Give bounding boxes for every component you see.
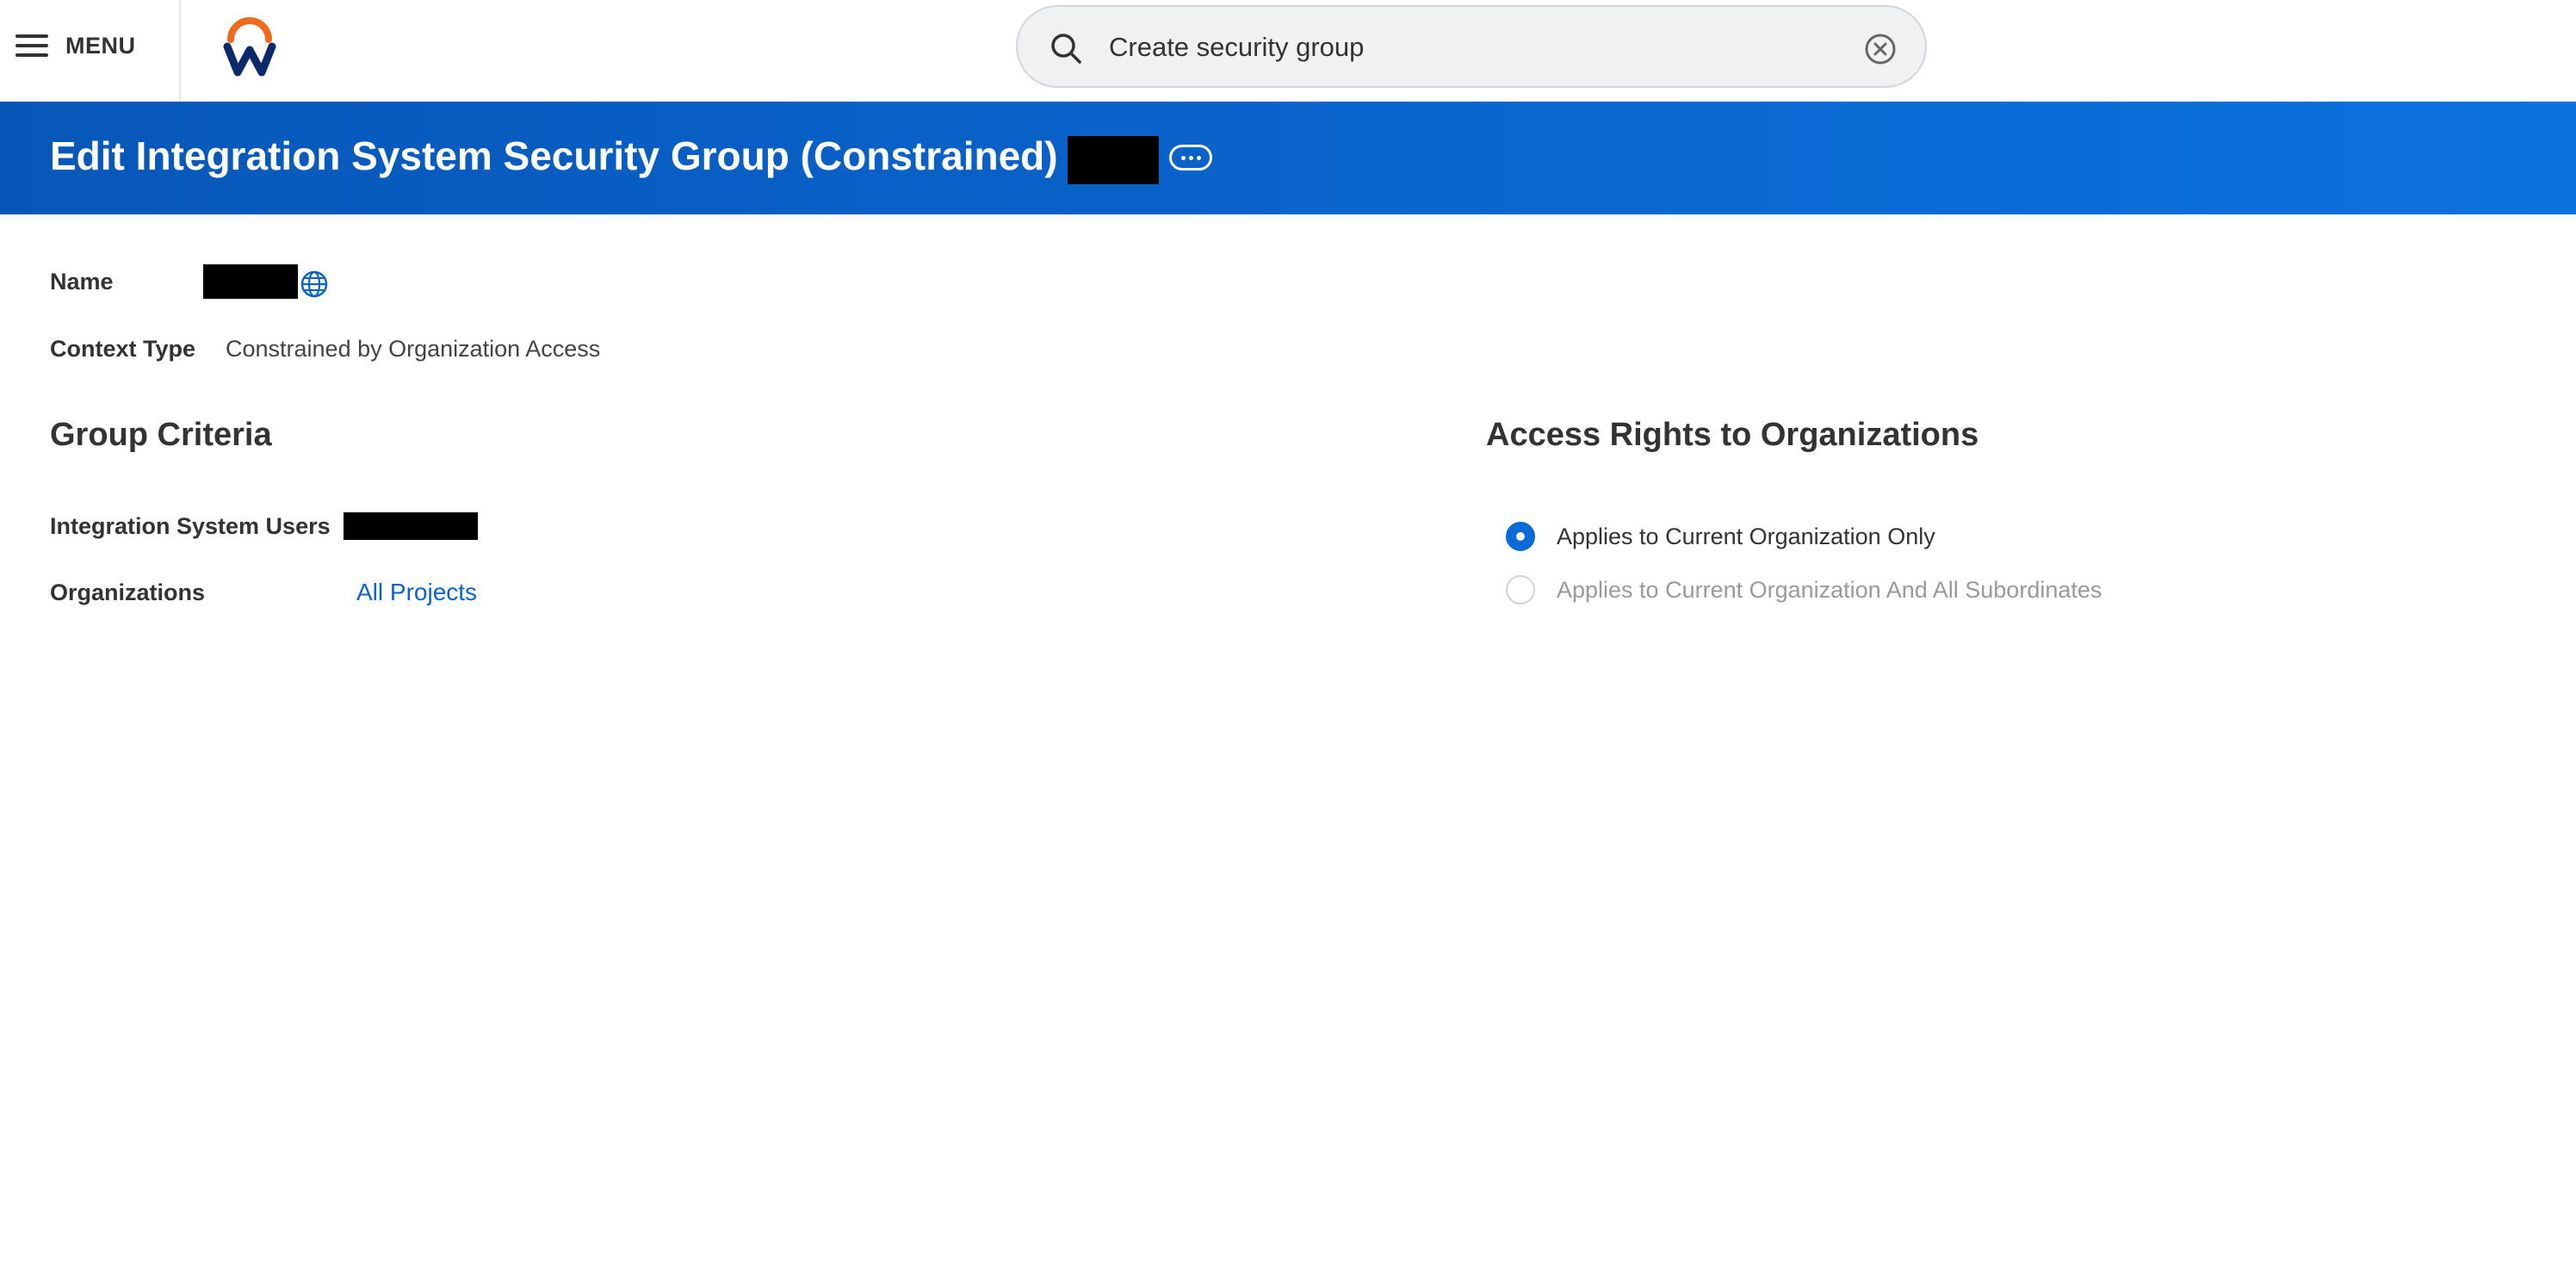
search-bar[interactable] — [1016, 5, 1927, 88]
related-actions-button[interactable] — [1169, 145, 1212, 170]
page-title: Edit Integration System Security Group (… — [50, 133, 1058, 178]
top-bar: MENU — [0, 0, 2576, 102]
access-rights-heading: Access Rights to Organizations — [1486, 417, 1979, 453]
radio-button-selected[interactable] — [1506, 522, 1535, 551]
radio-button-unselected[interactable] — [1506, 575, 1535, 604]
organizations-label: Organizations — [50, 580, 206, 605]
integration-system-users-label: Integration System Users — [50, 513, 331, 539]
workday-logo[interactable] — [222, 17, 277, 77]
menu-label: MENU — [65, 32, 136, 59]
menu-button[interactable]: MENU — [15, 19, 162, 72]
globe-icon[interactable] — [300, 270, 329, 299]
dot-icon — [1196, 155, 1201, 160]
hamburger-icon — [15, 34, 48, 57]
clear-search-icon[interactable] — [1863, 32, 1898, 66]
context-type-value: Constrained by Organization Access — [226, 336, 601, 362]
organizations-link[interactable]: All Projects — [356, 579, 477, 606]
search-icon — [1051, 34, 1081, 64]
integration-system-users-redacted — [344, 512, 478, 540]
group-criteria-heading: Group Criteria — [50, 417, 272, 453]
name-value-redacted — [203, 264, 298, 299]
dot-icon — [1188, 155, 1193, 160]
topbar-divider — [179, 0, 181, 102]
radio-label: Applies to Current Organization Only — [1557, 523, 1935, 549]
dot-icon — [1180, 155, 1186, 160]
radio-option-current-only[interactable]: Applies to Current Organization Only — [1506, 522, 1935, 551]
context-type-label: Context Type — [50, 336, 196, 362]
radio-option-all-subordinates[interactable]: Applies to Current Organization And All … — [1506, 575, 2102, 604]
redacted-block — [1068, 136, 1159, 184]
radio-label: Applies to Current Organization And All … — [1557, 576, 2102, 603]
page-header: Edit Integration System Security Group (… — [0, 102, 2576, 214]
search-input[interactable] — [1107, 24, 1834, 71]
name-label: Name — [50, 269, 114, 294]
